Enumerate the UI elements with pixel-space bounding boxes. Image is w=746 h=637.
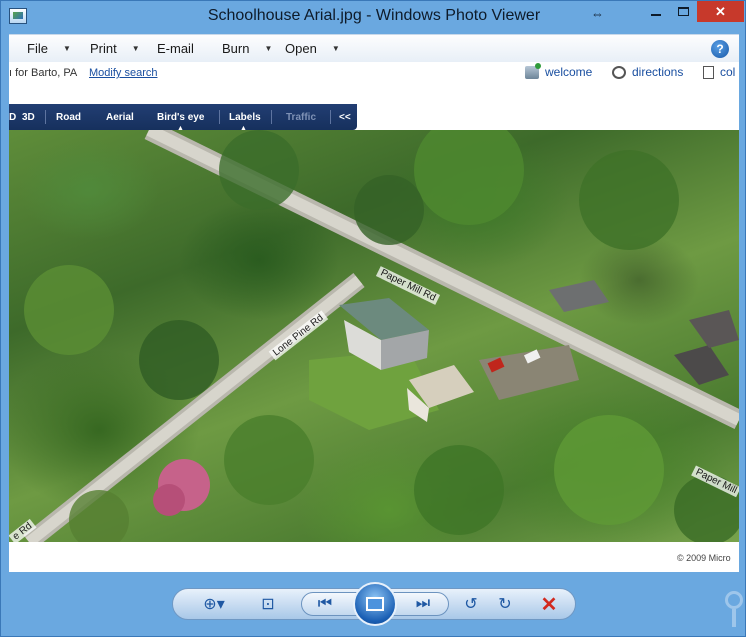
welcome-label: welcome — [545, 65, 593, 79]
collapse-toolbar-icon: << — [339, 112, 351, 123]
menu-email-label: E-mail — [157, 41, 194, 56]
menu-file-label: File — [27, 41, 48, 56]
chevron-down-icon: ▼ — [331, 44, 340, 53]
map-mode-2d: D — [9, 112, 17, 123]
zoom-button[interactable]: ⊕▾ — [197, 589, 231, 619]
window-title: Schoolhouse Arial.jpg - Windows Photo Vi… — [207, 7, 541, 24]
close-button[interactable]: ✕ — [697, 1, 744, 22]
flowering-tree-part — [153, 484, 185, 516]
delete-button[interactable]: ✕ — [535, 589, 563, 619]
welcome-link: welcome — [525, 62, 593, 79]
maximize-icon — [678, 7, 689, 16]
title-bar[interactable]: Schoolhouse Arial.jpg - Windows Photo Vi… — [1, 1, 746, 33]
directions-label: directions — [632, 65, 684, 79]
previous-button[interactable]: ⏮ — [311, 589, 339, 619]
minimize-icon — [650, 13, 661, 16]
map-mode-3d: 3D — [22, 112, 35, 123]
steering-wheel-icon — [612, 65, 626, 79]
slideshow-button[interactable] — [353, 582, 397, 626]
map-mode-birds-eye: Bird's eye — [157, 112, 205, 123]
menu-file[interactable]: File ▼ — [27, 41, 71, 56]
directions-link: directions — [612, 65, 683, 79]
toolbar-divider — [219, 110, 220, 124]
rotate-counterclockwise-button[interactable]: ↺ — [457, 589, 485, 619]
minimize-button[interactable] — [641, 1, 670, 22]
photo-viewer-window: Schoolhouse Arial.jpg - Windows Photo Vi… — [0, 0, 746, 637]
map-toggle-traffic: Traffic — [286, 112, 317, 123]
menu-open[interactable]: Open ▼ — [285, 41, 340, 56]
menu-burn-label: Burn — [222, 41, 250, 56]
chevron-down-icon: ▼ — [62, 44, 71, 53]
map-copyright: © 2009 Micro — [677, 553, 731, 563]
menu-bar: File ▼ Print ▼ E-mail Burn ▼ Open ▼ ? — [9, 34, 739, 62]
chevron-down-icon: ▼ — [131, 44, 140, 53]
maximize-button[interactable] — [670, 1, 697, 22]
chevron-down-icon: ▼ — [264, 44, 273, 53]
map-view-toolbar: D 3D Road Aerial Bird's eye ▲ Labels ▲ T… — [9, 104, 357, 132]
resize-arrows-icon: ⇔ — [591, 6, 604, 21]
toolbar-divider — [45, 110, 46, 124]
menu-open-label: Open — [285, 41, 317, 56]
actual-size-button[interactable]: ⊡ — [253, 589, 283, 619]
help-icon[interactable]: ? — [711, 40, 729, 58]
modify-search-link: Modify search — [89, 67, 158, 79]
toolbar-divider — [330, 110, 331, 124]
neighbor-house-roof — [674, 345, 729, 385]
toolbar-divider — [271, 110, 272, 124]
menu-print-label: Print — [90, 41, 117, 56]
menu-burn[interactable]: Burn ▼ — [222, 41, 272, 56]
collections-link: col — [703, 65, 735, 79]
aerial-photo: Paper Mill Rd Lone Pine Rd Paper Mill e … — [9, 130, 739, 545]
neighbor-house-roof-3 — [549, 280, 609, 312]
map-page-header: ı for Barto, PA Modify search welcome di… — [9, 62, 739, 104]
menu-print[interactable]: Print ▼ — [90, 41, 140, 56]
image-viewport[interactable]: ı for Barto, PA Modify search welcome di… — [9, 62, 739, 572]
rotate-clockwise-button[interactable]: ↻ — [491, 589, 519, 619]
map-mode-aerial: Aerial — [106, 112, 134, 123]
map-mode-road: Road — [56, 112, 81, 123]
slideshow-icon — [366, 597, 384, 611]
neighbor-house-roof-2 — [689, 310, 739, 348]
next-button[interactable]: ⏭ — [409, 589, 437, 619]
menu-email[interactable]: E-mail — [157, 41, 194, 56]
key-watermark-icon — [725, 591, 745, 631]
playback-toolbar: ⊕▾ ⊡ ⏮ ⏭ ↺ ↻ ✕ — [172, 582, 576, 626]
search-location-text: ı for Barto, PA — [9, 67, 78, 79]
map-toggle-labels: Labels — [229, 112, 261, 123]
user-icon — [525, 62, 541, 79]
collections-label: col — [720, 65, 736, 79]
collections-icon — [703, 65, 714, 79]
aerial-photo-drawing — [23, 130, 739, 542]
